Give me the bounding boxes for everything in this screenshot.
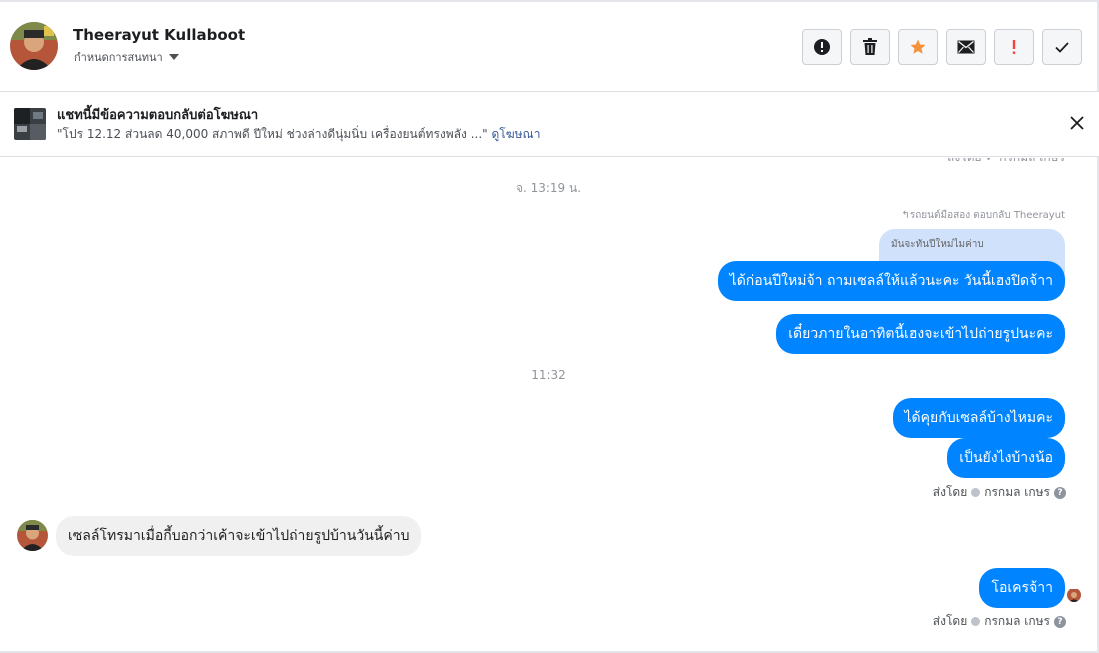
close-icon[interactable]	[1069, 115, 1085, 131]
sent-by-label: ส่งโดย	[932, 614, 968, 628]
check-icon	[1055, 42, 1069, 53]
contact-avatar[interactable]	[10, 22, 58, 70]
checkmark-icon	[971, 488, 981, 497]
incoming-message[interactable]: เซลล์โทรมาเมื่อกี้บอกว่าเค้าจะเข้าไปถ่าย…	[56, 516, 422, 556]
header-actions	[802, 29, 1082, 65]
conversation-settings-label: กำหนดการสนทนา	[74, 51, 163, 64]
ad-banner-title: แชทนี้มีข้อความตอบกลับต่อโฆษณา	[57, 108, 259, 123]
conversation-header: Theerayut Kullaboot กำหนดการสนทนา	[0, 0, 1099, 92]
chevron-down-icon	[168, 54, 179, 60]
help-icon[interactable]: ?	[1054, 486, 1066, 499]
follow-up-button[interactable]	[994, 29, 1034, 65]
sender-name[interactable]: กรกมล เกษร	[984, 483, 1050, 502]
ad-banner-description: "โปร 12.12 ส่วนลด 40,000 สภาพดี ปีใหม่ ช…	[57, 125, 540, 144]
alert-circle-icon	[814, 39, 830, 55]
timestamp: จ. 13:19 น.	[515, 181, 582, 195]
exclamation-icon	[1012, 40, 1016, 54]
trash-icon	[863, 38, 877, 55]
mark-spam-button[interactable]	[802, 29, 842, 65]
star-button[interactable]	[898, 29, 938, 65]
conversation-settings-dropdown[interactable]: กำหนดการสนทนา	[74, 48, 179, 66]
help-icon[interactable]: ?	[1054, 615, 1066, 628]
ad-description-text: "โปร 12.12 ส่วนลด 40,000 สภาพดี ปีใหม่ ช…	[57, 127, 488, 141]
sent-by-status: ส่งโดย กรกมล เกษร ?	[933, 483, 1066, 502]
contact-avatar[interactable]	[17, 520, 48, 551]
ad-reply-banner: แชทนี้มีข้อความตอบกลับต่อโฆษณา "โปร 12.1…	[0, 92, 1099, 157]
contact-name[interactable]: Theerayut Kullaboot	[73, 26, 245, 44]
cut-off-sent-by: ส่งโดย ✓ กรกมล เกษร	[947, 158, 1065, 167]
outgoing-message[interactable]: ได้คุยกับเซลล์บ้างไหมคะ	[892, 398, 1065, 438]
seen-avatar	[1067, 588, 1081, 602]
sent-by-status: ส่งโดย กรกมล เกษร ?	[933, 612, 1066, 631]
outgoing-message[interactable]: โอเครจ้าา	[979, 568, 1065, 608]
timestamp: 11:32	[531, 368, 566, 382]
outgoing-message[interactable]: เป็นยังไงบ้างน้อ	[947, 438, 1065, 478]
mark-unread-button[interactable]	[946, 29, 986, 65]
delete-button[interactable]	[850, 29, 890, 65]
sender-name[interactable]: กรกมล เกษร	[984, 612, 1050, 631]
outgoing-message[interactable]: เดี๋ยวภายในอาทิตนี้เฮงจะเข้าไปถ่ายรูปนะค…	[776, 314, 1065, 354]
mark-done-button[interactable]	[1042, 29, 1082, 65]
outgoing-message[interactable]: ได้ก่อนปีใหม่จ้า ถามเซลล์ให้แล้วนะคะ วัน…	[717, 261, 1065, 301]
checkmark-icon	[971, 617, 981, 626]
sent-by-label: ส่งโดย	[932, 485, 968, 499]
reply-context-label: ↰รถยนต์มือสอง ตอบกลับ Theerayut	[901, 210, 1066, 221]
ad-thumbnail[interactable]	[14, 108, 46, 140]
envelope-icon	[957, 40, 975, 54]
star-icon	[910, 39, 926, 54]
message-thread[interactable]: ส่งโดย ✓ กรกมล เกษร จ. 13:19 น. ↰รถยนต์ม…	[0, 158, 1097, 652]
view-ad-link[interactable]: ดูโฆษณา	[492, 127, 541, 141]
